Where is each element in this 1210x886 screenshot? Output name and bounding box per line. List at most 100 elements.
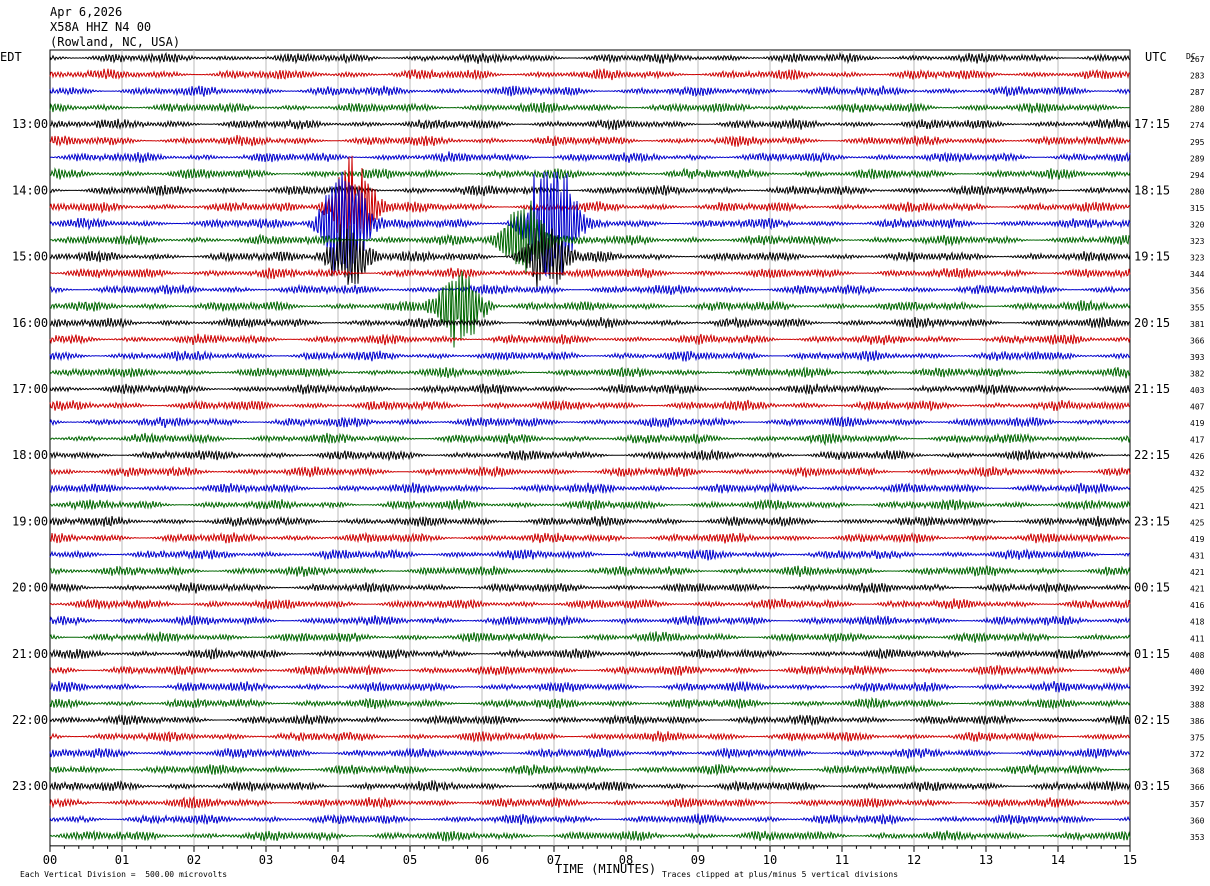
- x-tick-label: 12: [907, 853, 921, 867]
- utc-hour-label: 19:15: [1134, 250, 1170, 264]
- trace-line-8: [49, 184, 1131, 197]
- dc-offset-label: 382: [1190, 369, 1205, 378]
- trace-line-37: [49, 663, 1131, 677]
- x-tick-label: 15: [1123, 853, 1137, 867]
- x-tick-label: 05: [403, 853, 417, 867]
- scale-note: Each Vertical Division = 500.00 microvol…: [20, 870, 228, 879]
- trace-line-20: [49, 383, 1131, 396]
- axis-labels: 00 01 02 03 04 05 06 07 08 09 10 11 12 13 14 1526728328…: [12, 55, 1205, 867]
- utc-label: UTC: [1145, 50, 1167, 64]
- trace-line-33: [49, 598, 1131, 610]
- trace-line-12: [49, 223, 1131, 289]
- trace-line-28: [49, 515, 1131, 528]
- dc-offset-label: 386: [1190, 717, 1205, 726]
- edt-hour-label: 16:00: [12, 316, 48, 330]
- dc-offset-label: 323: [1190, 237, 1205, 246]
- dc-offset-label: 372: [1190, 750, 1205, 759]
- helicorder-plot: 00 01 02 03 04 05 06 07 08 09 10 11 12 13 14 1526728328…: [12, 49, 1205, 867]
- trace-line-1: [49, 68, 1131, 81]
- dc-offset-label: 400: [1190, 667, 1205, 676]
- utc-hour-label: 02:15: [1134, 713, 1170, 727]
- dc-offset-label: 283: [1190, 72, 1205, 81]
- trace-line-41: [49, 730, 1131, 743]
- trace-line-18: [49, 350, 1131, 362]
- x-tick-label: 11: [835, 853, 849, 867]
- plot-frame: [49, 49, 1131, 847]
- trace-line-4: [49, 118, 1131, 131]
- edt-hour-label: 19:00: [12, 514, 48, 528]
- trace-line-30: [49, 548, 1131, 561]
- dc-offset-label: 418: [1190, 618, 1205, 627]
- utc-hour-label: 20:15: [1134, 316, 1170, 330]
- dc-offset-label: 431: [1190, 552, 1205, 561]
- dc-offset-label: 289: [1190, 154, 1205, 163]
- dc-offset-label: 403: [1190, 386, 1205, 395]
- utc-hour-label: 01:15: [1134, 647, 1170, 661]
- trace-line-5: [49, 134, 1131, 148]
- utc-hour-label: 18:15: [1134, 183, 1170, 197]
- x-tick-label: 09: [691, 853, 705, 867]
- dc-offset-label: 323: [1190, 254, 1205, 263]
- utc-hour-label: 21:15: [1134, 382, 1170, 396]
- trace-line-46: [49, 813, 1131, 826]
- trace-line-14: [49, 283, 1131, 297]
- edt-hour-label: 23:00: [12, 779, 48, 793]
- edt-hour-label: 22:00: [12, 713, 48, 727]
- trace-line-45: [49, 795, 1131, 809]
- dc-offset-label: 274: [1190, 121, 1205, 130]
- dc-offset-label: 419: [1190, 535, 1205, 544]
- x-tick-label: 14: [1051, 853, 1065, 867]
- trace-line-35: [49, 631, 1131, 644]
- trace-line-13: [49, 267, 1131, 280]
- x-tick-label: 06: [475, 853, 489, 867]
- dc-offset-label: 421: [1190, 502, 1205, 511]
- edt-hour-label: 21:00: [12, 647, 48, 661]
- seismic-traces: [49, 51, 1131, 842]
- trace-line-43: [49, 763, 1131, 777]
- utc-hour-label: 03:15: [1134, 779, 1170, 793]
- edt-hour-label: 18:00: [12, 448, 48, 462]
- dc-offset-label: 315: [1190, 204, 1205, 213]
- utc-hour-label: 17:15: [1134, 117, 1170, 131]
- dc-offset-label: 393: [1190, 353, 1205, 362]
- dc-offset-label: 320: [1190, 221, 1205, 230]
- trace-line-0: [49, 51, 1131, 65]
- dc-offset-label: 356: [1190, 287, 1205, 296]
- dc-label: DC: [1186, 52, 1196, 61]
- dc-offset-label: 287: [1190, 88, 1205, 97]
- dc-offset-label: 357: [1190, 800, 1205, 809]
- date-label: Apr 6,2026: [50, 5, 123, 19]
- trace-line-29: [49, 531, 1131, 544]
- dc-offset-label: 366: [1190, 783, 1205, 792]
- edt-hour-label: 17:00: [12, 382, 48, 396]
- trace-line-2: [49, 85, 1131, 98]
- dc-offset-label: 295: [1190, 138, 1205, 147]
- dc-offset-label: 421: [1190, 585, 1205, 594]
- trace-line-17: [49, 333, 1131, 346]
- edt-hour-label: 20:00: [12, 581, 48, 595]
- dc-offset-label: 360: [1190, 816, 1205, 825]
- utc-hour-label: 22:15: [1134, 448, 1170, 462]
- trace-line-22: [49, 416, 1131, 429]
- trace-line-31: [49, 565, 1131, 577]
- edt-hour-label: 13:00: [12, 117, 48, 131]
- trace-line-39: [49, 696, 1131, 710]
- trace-line-21: [49, 399, 1131, 412]
- dc-offset-label: 381: [1190, 320, 1205, 329]
- trace-line-27: [49, 498, 1131, 512]
- dc-offset-label: 425: [1190, 485, 1205, 494]
- dc-offset-label: 432: [1190, 469, 1205, 478]
- station-label: X58A HHZ N4 00: [50, 20, 152, 34]
- x-tick-label: 02: [187, 853, 201, 867]
- trace-line-16: [49, 316, 1131, 329]
- trace-line-26: [49, 482, 1131, 495]
- dc-offset-label: 353: [1190, 833, 1205, 842]
- dc-offset-label: 416: [1190, 601, 1205, 610]
- edt-hour-label: 15:00: [12, 250, 48, 264]
- dc-offset-label: 280: [1190, 105, 1205, 114]
- dc-offset-label: 280: [1190, 187, 1205, 196]
- trace-line-32: [49, 581, 1131, 594]
- trace-line-47: [49, 829, 1131, 842]
- x-tick-label: 01: [115, 853, 129, 867]
- dc-offset-label: 411: [1190, 634, 1205, 643]
